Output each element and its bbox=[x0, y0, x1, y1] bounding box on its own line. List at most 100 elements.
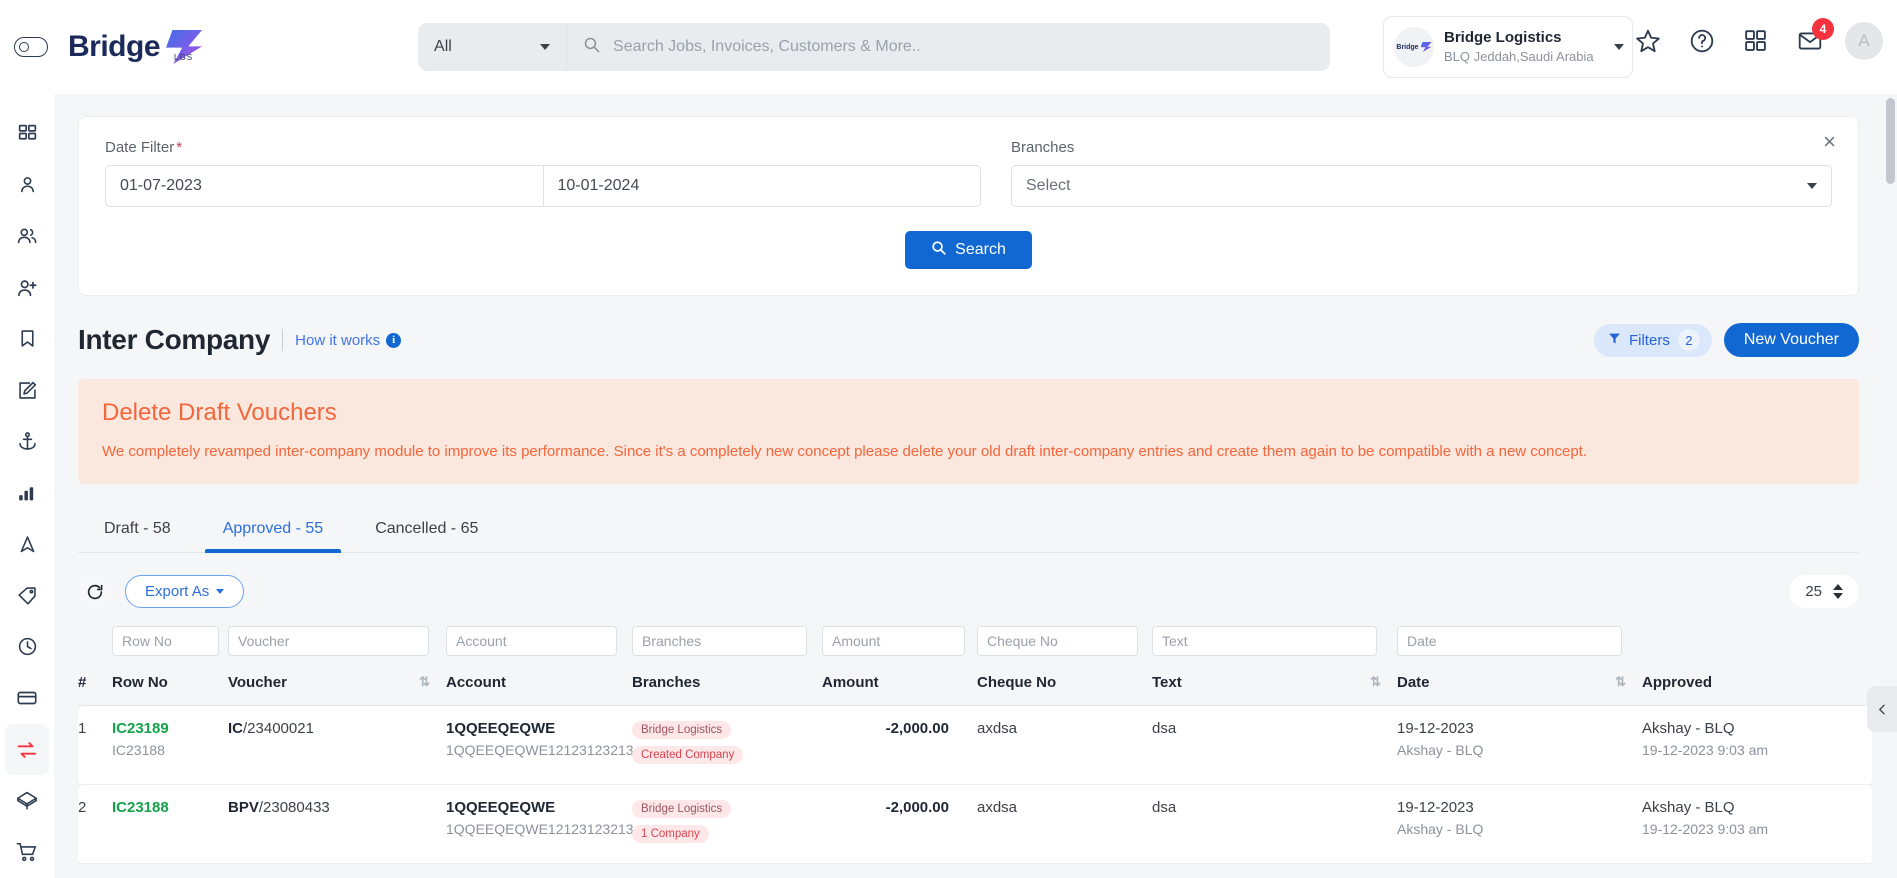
apps-grid-icon[interactable] bbox=[1743, 28, 1769, 54]
filter-input-branches[interactable] bbox=[632, 626, 807, 656]
refresh-icon[interactable] bbox=[78, 575, 111, 608]
sidebar-item-orders[interactable] bbox=[5, 827, 49, 878]
col-date[interactable]: Date ⇅ bbox=[1397, 666, 1642, 706]
org-logo-text: Bridge bbox=[1396, 43, 1419, 51]
branches-select[interactable]: Select bbox=[1011, 165, 1832, 207]
row-no-link[interactable]: IC23188 bbox=[112, 799, 228, 816]
account-sub: 1QQEEQEQWE12123123213... bbox=[446, 821, 646, 837]
divider bbox=[282, 329, 284, 351]
new-voucher-button[interactable]: New Voucher bbox=[1723, 323, 1859, 357]
tab-cancelled[interactable]: Cancelled - 65 bbox=[349, 510, 504, 552]
filter-input-voucher[interactable] bbox=[228, 626, 429, 656]
funnel-icon bbox=[1608, 332, 1621, 349]
envelope-icon[interactable]: 4 bbox=[1797, 18, 1834, 54]
cell-cheque-no: axdsa bbox=[977, 784, 1152, 864]
cell-voucher: IC/23400021 bbox=[228, 705, 446, 785]
sort-icon[interactable]: ⇅ bbox=[419, 674, 430, 690]
table-row[interactable]: 2 IC23188 BPV/23080433 1QQEEQEQWE 1QQEEQ… bbox=[78, 784, 1872, 864]
search-scope-label: All bbox=[434, 38, 452, 55]
branch-badge-primary: Bridge Logistics bbox=[632, 800, 732, 818]
sidebar-item-bookmarks[interactable] bbox=[5, 313, 49, 364]
filter-input-text[interactable] bbox=[1152, 626, 1378, 656]
date-to-input[interactable] bbox=[543, 166, 980, 206]
filter-cell-index bbox=[78, 626, 112, 666]
cell-row-no: IC23189 IC23188 bbox=[112, 705, 228, 785]
how-it-works-link[interactable]: How it works bbox=[295, 332, 380, 349]
help-circle-icon[interactable] bbox=[1689, 28, 1715, 54]
search-icon bbox=[583, 36, 600, 58]
sort-icon[interactable]: ⇅ bbox=[1615, 674, 1626, 690]
top-header: Bridge LGS All Search Jobs, Invoices, Cu… bbox=[0, 0, 1897, 94]
organization-switcher[interactable]: Bridge Bridge Logistics BLQ Jeddah,Saudi… bbox=[1383, 16, 1633, 78]
filter-cell-voucher bbox=[228, 626, 446, 666]
avatar[interactable]: A bbox=[1845, 22, 1883, 60]
sidebar-item-tags[interactable] bbox=[5, 570, 49, 621]
row-no-link[interactable]: IC23189 bbox=[112, 720, 228, 737]
sidebar-item-shipping[interactable] bbox=[5, 416, 49, 467]
filters-button[interactable]: Filters 2 bbox=[1593, 323, 1712, 357]
sidebar-item-dashboard[interactable] bbox=[5, 108, 49, 159]
filter-input-amount[interactable] bbox=[822, 626, 965, 656]
search-input-wrap[interactable]: Search Jobs, Invoices, Customers & More.… bbox=[566, 23, 1331, 71]
cell-date: 19-12-2023 Akshay - BLQ bbox=[1397, 705, 1642, 785]
search-scope-dropdown[interactable]: All bbox=[418, 23, 567, 71]
sort-icon[interactable]: ⇅ bbox=[1370, 674, 1381, 690]
cell-branches: Bridge Logistics Created Company bbox=[632, 705, 822, 785]
page-size-value: 25 bbox=[1805, 583, 1822, 600]
col-voucher-label: Voucher bbox=[228, 674, 287, 691]
cell-text: dsa bbox=[1152, 784, 1397, 864]
filter-input-row-no[interactable] bbox=[112, 626, 219, 656]
col-account: Account bbox=[446, 666, 632, 706]
cell-cheque-no: axdsa bbox=[977, 705, 1152, 785]
table-row[interactable]: 1 IC23189 IC23188 IC/23400021 1QQEEQEQWE… bbox=[78, 705, 1872, 785]
delete-draft-alert: Delete Draft Vouchers We completely reva… bbox=[78, 379, 1859, 484]
account-name: 1QQEEQEQWE bbox=[446, 799, 556, 816]
cell-text: dsa bbox=[1152, 705, 1397, 785]
filter-input-account[interactable] bbox=[446, 626, 618, 656]
sidebar-item-inter-company[interactable] bbox=[5, 723, 49, 776]
filter-input-cheque-no[interactable] bbox=[977, 626, 1138, 656]
close-icon[interactable]: × bbox=[1823, 131, 1836, 153]
sidebar-item-packages[interactable] bbox=[5, 775, 49, 826]
app-logo[interactable]: Bridge LGS bbox=[68, 30, 223, 64]
sidebar-item-edit[interactable] bbox=[5, 365, 49, 416]
eye-toggle-icon[interactable] bbox=[14, 37, 48, 57]
tab-approved[interactable]: Approved - 55 bbox=[197, 510, 350, 553]
org-location: BLQ Jeddah,Saudi Arabia bbox=[1444, 48, 1594, 64]
col-text-label: Text bbox=[1152, 674, 1182, 691]
sidebar-item-reports[interactable] bbox=[5, 467, 49, 518]
col-voucher[interactable]: Voucher ⇅ bbox=[228, 666, 446, 706]
chevron-down-icon bbox=[1614, 44, 1624, 50]
star-icon[interactable] bbox=[1635, 28, 1661, 54]
search-button[interactable]: Search bbox=[905, 231, 1032, 269]
page-size-selector[interactable]: 25 bbox=[1789, 575, 1859, 608]
voucher-prefix: IC bbox=[228, 720, 243, 737]
chevron-down-icon bbox=[1807, 183, 1817, 189]
sidebar-item-navigation[interactable] bbox=[5, 519, 49, 570]
sidebar-item-users[interactable] bbox=[5, 211, 49, 262]
export-as-label: Export As bbox=[145, 583, 210, 600]
sidebar-item-payments[interactable] bbox=[5, 673, 49, 724]
filter-cell-text bbox=[1152, 626, 1397, 666]
vouchers-table: # Row No Voucher ⇅ Account Branches Amoun… bbox=[78, 626, 1872, 864]
page-header: Inter Company How it works i Filters 2 N… bbox=[78, 323, 1859, 357]
cell-amount: -2,000.00 bbox=[822, 784, 977, 864]
filter-input-date[interactable] bbox=[1397, 626, 1623, 656]
export-as-button[interactable]: Export As bbox=[125, 575, 245, 608]
col-text[interactable]: Text ⇅ bbox=[1152, 666, 1397, 706]
sidebar-item-add-user[interactable] bbox=[5, 262, 49, 313]
required-asterisk: * bbox=[176, 139, 183, 156]
tab-draft[interactable]: Draft - 58 bbox=[78, 510, 197, 552]
filter-cell-branches bbox=[632, 626, 822, 666]
scrollbar-thumb[interactable] bbox=[1886, 98, 1895, 184]
date-from-input[interactable] bbox=[106, 166, 543, 206]
header-icon-group: 4 A bbox=[1635, 18, 1883, 60]
sidebar-item-history[interactable] bbox=[5, 621, 49, 672]
info-icon[interactable]: i bbox=[386, 332, 402, 348]
approved-by: Akshay - BLQ bbox=[1642, 799, 1735, 816]
sidebar-item-user[interactable] bbox=[5, 159, 49, 210]
col-amount: Amount bbox=[822, 666, 977, 706]
table-toolbar: Export As 25 bbox=[78, 575, 1859, 608]
page-scrollbar[interactable] bbox=[1886, 98, 1895, 868]
approved-at: 19-12-2023 9:03 am bbox=[1642, 742, 1769, 758]
